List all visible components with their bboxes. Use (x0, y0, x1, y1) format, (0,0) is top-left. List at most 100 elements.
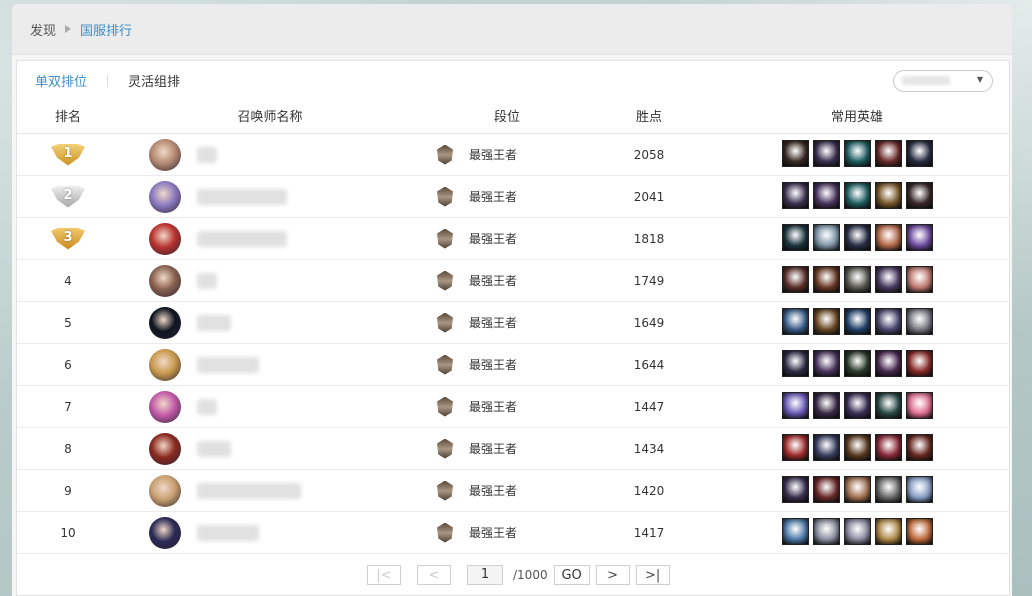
champion-portrait-icon[interactable] (843, 433, 871, 461)
table-row[interactable]: 4 最强王者 1749 (17, 259, 1009, 302)
champion-portrait-icon[interactable] (812, 139, 840, 167)
champion-portrait-icon[interactable] (874, 433, 902, 461)
champion-portrait-icon[interactable] (843, 139, 871, 167)
tier-label: 最强王者 (469, 442, 518, 456)
champion-portrait-icon[interactable] (874, 265, 902, 293)
summoner-name-redacted[interactable] (197, 440, 231, 457)
avatar[interactable] (149, 390, 181, 423)
heroes-cell (705, 301, 1009, 344)
champion-portrait-icon[interactable] (812, 265, 840, 293)
champion-portrait-icon[interactable] (905, 349, 933, 377)
summoner-cell (119, 175, 421, 218)
table-row[interactable]: 8 最强王者 1434 (17, 427, 1009, 470)
champion-portrait-icon[interactable] (874, 517, 902, 545)
last-page-button[interactable]: >| (635, 565, 670, 585)
summoner-name-redacted[interactable] (197, 314, 231, 331)
avatar[interactable] (149, 432, 181, 465)
league-points: 1447 (593, 385, 705, 428)
champion-portrait-icon[interactable] (812, 181, 840, 209)
champion-portrait-icon[interactable] (843, 223, 871, 251)
avatar[interactable] (149, 516, 181, 549)
avatar[interactable] (149, 348, 181, 381)
summoner-name-redacted[interactable] (197, 188, 287, 205)
champion-portrait-icon[interactable] (905, 433, 933, 461)
champion-portrait-icon[interactable] (812, 349, 840, 377)
champion-portrait-icon[interactable] (781, 265, 809, 293)
champion-portrait-icon[interactable] (812, 517, 840, 545)
table-row[interactable]: 9 最强王者 1420 (17, 469, 1009, 512)
summoner-name-redacted[interactable] (197, 230, 287, 247)
champion-portrait-icon[interactable] (781, 223, 809, 251)
champion-portrait-icon[interactable] (843, 307, 871, 335)
champion-portrait-icon[interactable] (905, 475, 933, 503)
champion-portrait-icon[interactable] (781, 181, 809, 209)
first-page-button[interactable]: |< (367, 565, 401, 585)
page-input[interactable]: 1 (467, 565, 503, 585)
summoner-name-redacted[interactable] (197, 524, 259, 541)
champion-portrait-icon[interactable] (812, 433, 840, 461)
champion-portrait-icon[interactable] (905, 265, 933, 293)
champion-portrait-icon[interactable] (781, 433, 809, 461)
champion-portrait-icon[interactable] (843, 265, 871, 293)
champion-portrait-icon[interactable] (905, 517, 933, 545)
tab-divider (107, 74, 109, 87)
champion-portrait-icon[interactable] (905, 223, 933, 251)
champion-portrait-icon[interactable] (781, 391, 809, 419)
tab-flex[interactable]: 灵活组排 (128, 71, 180, 90)
avatar[interactable] (149, 306, 181, 339)
champion-portrait-icon[interactable] (781, 475, 809, 503)
champion-portrait-icon[interactable] (781, 349, 809, 377)
table-row[interactable]: 6 最强王者 1644 (17, 343, 1009, 386)
breadcrumb-home[interactable]: 发现 (30, 20, 56, 39)
table-row[interactable]: 10 最强王者 1417 (17, 511, 1009, 554)
avatar[interactable] (149, 180, 181, 213)
summoner-name-redacted[interactable] (197, 482, 301, 499)
champion-portrait-icon[interactable] (874, 475, 902, 503)
region-select[interactable]: ▼ (893, 70, 993, 92)
champion-portrait-icon[interactable] (781, 139, 809, 167)
table-row[interactable]: 7 最强王者 1447 (17, 385, 1009, 428)
champion-portrait-icon[interactable] (843, 517, 871, 545)
champion-portrait-icon[interactable] (812, 475, 840, 503)
champion-portrait-icon[interactable] (874, 139, 902, 167)
champion-portrait-icon[interactable] (874, 391, 902, 419)
prev-page-button[interactable]: < (417, 565, 451, 585)
tier-cell: 最强王者 (421, 259, 593, 302)
champion-portrait-icon[interactable] (905, 181, 933, 209)
summoner-name-redacted[interactable] (197, 272, 217, 289)
challenger-tier-icon (437, 480, 453, 501)
champion-portrait-icon[interactable] (843, 475, 871, 503)
champion-portrait-icon[interactable] (843, 391, 871, 419)
summoner-name-redacted[interactable] (197, 146, 217, 163)
table-row[interactable]: 2 最强王者 2041 (17, 175, 1009, 218)
champion-portrait-icon[interactable] (843, 349, 871, 377)
avatar[interactable] (149, 264, 181, 297)
champion-portrait-icon[interactable] (874, 349, 902, 377)
avatar[interactable] (149, 474, 181, 507)
champion-portrait-icon[interactable] (812, 307, 840, 335)
rank-cell: 6 (17, 343, 119, 386)
summoner-cell (119, 511, 421, 554)
champion-portrait-icon[interactable] (874, 307, 902, 335)
table-row[interactable]: 5 最强王者 1649 (17, 301, 1009, 344)
summoner-name-redacted[interactable] (197, 356, 259, 373)
table-row[interactable]: 3 最强王者 1818 (17, 217, 1009, 260)
table-row[interactable]: 1 最强王者 2058 (17, 133, 1009, 176)
champion-portrait-icon[interactable] (781, 307, 809, 335)
champion-portrait-icon[interactable] (812, 223, 840, 251)
tab-solo-duo[interactable]: 单双排位 (35, 71, 87, 90)
champion-portrait-icon[interactable] (874, 223, 902, 251)
champion-portrait-icon[interactable] (905, 391, 933, 419)
heroes-cell (705, 385, 1009, 428)
champion-portrait-icon[interactable] (843, 181, 871, 209)
champion-portrait-icon[interactable] (781, 517, 809, 545)
avatar[interactable] (149, 222, 181, 255)
summoner-name-redacted[interactable] (197, 398, 217, 415)
go-button[interactable]: GO (553, 565, 590, 585)
champion-portrait-icon[interactable] (905, 307, 933, 335)
next-page-button[interactable]: > (595, 565, 630, 585)
champion-portrait-icon[interactable] (812, 391, 840, 419)
champion-portrait-icon[interactable] (905, 139, 933, 167)
avatar[interactable] (149, 138, 181, 171)
champion-portrait-icon[interactable] (874, 181, 902, 209)
